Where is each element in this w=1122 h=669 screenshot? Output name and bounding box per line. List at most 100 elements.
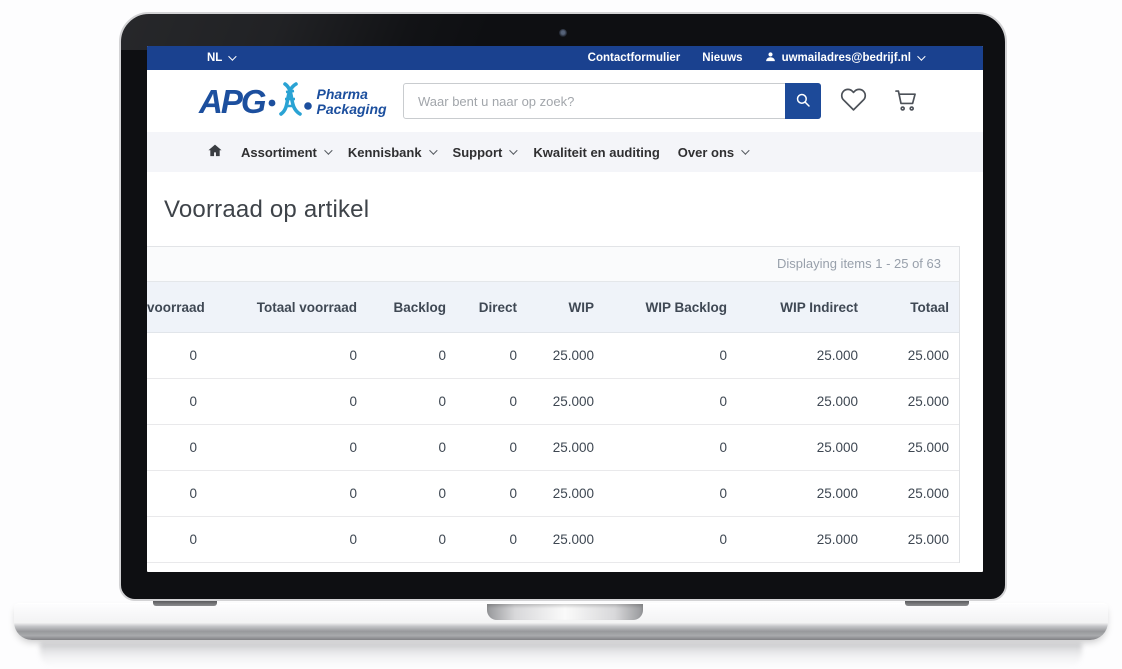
topbar-links: Contactformulier Nieuws uwmailadres@bedr… xyxy=(588,51,923,65)
table-cell: 25.000 xyxy=(868,471,959,517)
nav-item-kennisbank[interactable]: Kennisbank xyxy=(348,145,435,160)
chevron-down-icon xyxy=(917,52,925,60)
webcam-icon xyxy=(559,29,567,37)
table-cell: 0 xyxy=(604,379,737,425)
cart-icon xyxy=(892,101,919,116)
column-header[interactable]: Backlog xyxy=(367,282,456,333)
table-cell: 0 xyxy=(207,471,367,517)
wishlist-button[interactable] xyxy=(839,86,867,114)
nav-item-kwaliteit-en-auditing[interactable]: Kwaliteit en auditing xyxy=(533,145,659,160)
logo-tagline-line1: Pharma xyxy=(317,87,387,102)
table-cell: 0 xyxy=(207,425,367,471)
hinge-cover-right xyxy=(905,601,969,606)
language-label: NL xyxy=(207,52,222,64)
page-title: Voorraad op artikel xyxy=(164,196,983,224)
site-logo[interactable]: APG Pharma P xyxy=(199,79,387,124)
column-header[interactable]: Totaal xyxy=(868,282,959,333)
search-icon xyxy=(794,91,812,112)
table-cell: 0 xyxy=(207,517,367,563)
table-cell: 0 xyxy=(367,379,456,425)
home-nav-item[interactable] xyxy=(207,143,223,161)
table-cell: 0 xyxy=(147,379,207,425)
language-selector[interactable]: NL xyxy=(207,52,234,64)
table-cell: 25.000 xyxy=(868,333,959,379)
chevron-down-icon xyxy=(741,146,749,154)
table-cell: 0 xyxy=(367,517,456,563)
account-menu[interactable]: uwmailadres@bedrijf.nl xyxy=(765,51,923,65)
table-cell: 0 xyxy=(207,379,367,425)
pagination-status: Displaying items 1 - 25 of 63 xyxy=(147,247,959,281)
table-cell: 25.000 xyxy=(527,333,604,379)
column-header[interactable]: Direct xyxy=(456,282,527,333)
table-cell: 0 xyxy=(456,333,527,379)
stock-table-card: Displaying items 1 - 25 of 63 voorraadTo… xyxy=(147,246,960,563)
table-cell: 0 xyxy=(367,333,456,379)
table-cell: 0 xyxy=(147,333,207,379)
lid-notch xyxy=(487,604,643,620)
heart-icon xyxy=(840,101,867,116)
nav-item-label: Kwaliteit en auditing xyxy=(533,145,659,160)
table-cell: 0 xyxy=(456,471,527,517)
column-header[interactable]: voorraad xyxy=(147,282,207,333)
top-utility-bar: NL Contactformulier Nieuws uwmailadres@b… xyxy=(147,46,983,70)
table-row: 000025.000025.00025.000 xyxy=(147,333,959,379)
table-cell: 25.000 xyxy=(737,333,868,379)
nav-item-support[interactable]: Support xyxy=(453,145,516,160)
chevron-down-icon xyxy=(429,146,437,154)
table-cell: 0 xyxy=(147,517,207,563)
logo-tagline: Pharma Packaging xyxy=(317,87,387,117)
table-cell: 0 xyxy=(604,471,737,517)
chevron-down-icon xyxy=(324,146,332,154)
nav-item-assortiment[interactable]: Assortiment xyxy=(241,145,330,160)
stock-table: voorraadTotaal voorraadBacklogDirectWIPW… xyxy=(147,281,959,563)
table-cell: 0 xyxy=(604,333,737,379)
logo-tagline-line2: Packaging xyxy=(317,102,387,117)
table-row: 000025.000025.00025.000 xyxy=(147,425,959,471)
browser-viewport: NL Contactformulier Nieuws uwmailadres@b… xyxy=(147,46,983,572)
cart-button[interactable] xyxy=(891,86,919,114)
news-link[interactable]: Nieuws xyxy=(702,52,742,64)
table-cell: 25.000 xyxy=(737,517,868,563)
hinge-cover-left xyxy=(153,601,217,606)
home-icon xyxy=(207,143,223,161)
nav-item-label: Over ons xyxy=(678,145,734,160)
user-icon xyxy=(765,51,776,65)
page-content: Voorraad op artikel Displaying items 1 -… xyxy=(147,196,983,563)
nav-item-label: Kennisbank xyxy=(348,145,422,160)
nav-item-over-ons[interactable]: Over ons xyxy=(678,145,747,160)
search-input[interactable] xyxy=(403,83,821,119)
nav-item-label: Support xyxy=(453,145,503,160)
nav-item-label: Assortiment xyxy=(241,145,317,160)
table-header-row: voorraadTotaal voorraadBacklogDirectWIPW… xyxy=(147,282,959,333)
column-header[interactable]: WIP Indirect xyxy=(737,282,868,333)
table-cell: 0 xyxy=(456,425,527,471)
table-cell: 25.000 xyxy=(737,425,868,471)
table-cell: 0 xyxy=(367,471,456,517)
site-header: APG Pharma P xyxy=(147,70,983,132)
table-cell: 0 xyxy=(367,425,456,471)
search-button[interactable] xyxy=(785,83,821,119)
laptop-base xyxy=(14,603,1108,640)
table-cell: 25.000 xyxy=(868,517,959,563)
column-header[interactable]: WIP xyxy=(527,282,604,333)
table-cell: 25.000 xyxy=(527,425,604,471)
table-cell: 0 xyxy=(456,379,527,425)
contact-form-link[interactable]: Contactformulier xyxy=(588,52,681,64)
chevron-down-icon xyxy=(229,52,237,60)
main-navigation: Assortiment Kennisbank Support Kwaliteit… xyxy=(147,132,983,172)
table-cell: 0 xyxy=(604,425,737,471)
column-header[interactable]: WIP Backlog xyxy=(604,282,737,333)
dna-logo-icon xyxy=(267,79,313,124)
laptop-bezel: NL Contactformulier Nieuws uwmailadres@b… xyxy=(119,12,1007,601)
search-bar xyxy=(403,83,821,119)
table-row: 000025.000025.00025.000 xyxy=(147,471,959,517)
table-body: 000025.000025.00025.000000025.000025.000… xyxy=(147,333,959,563)
table-cell: 25.000 xyxy=(737,379,868,425)
account-email: uwmailadres@bedrijf.nl xyxy=(782,52,911,64)
column-header[interactable]: Totaal voorraad xyxy=(207,282,367,333)
table-cell: 0 xyxy=(456,517,527,563)
table-cell: 25.000 xyxy=(527,379,604,425)
table-row: 000025.000025.00025.000 xyxy=(147,379,959,425)
table-cell: 0 xyxy=(147,471,207,517)
table-cell: 0 xyxy=(604,517,737,563)
